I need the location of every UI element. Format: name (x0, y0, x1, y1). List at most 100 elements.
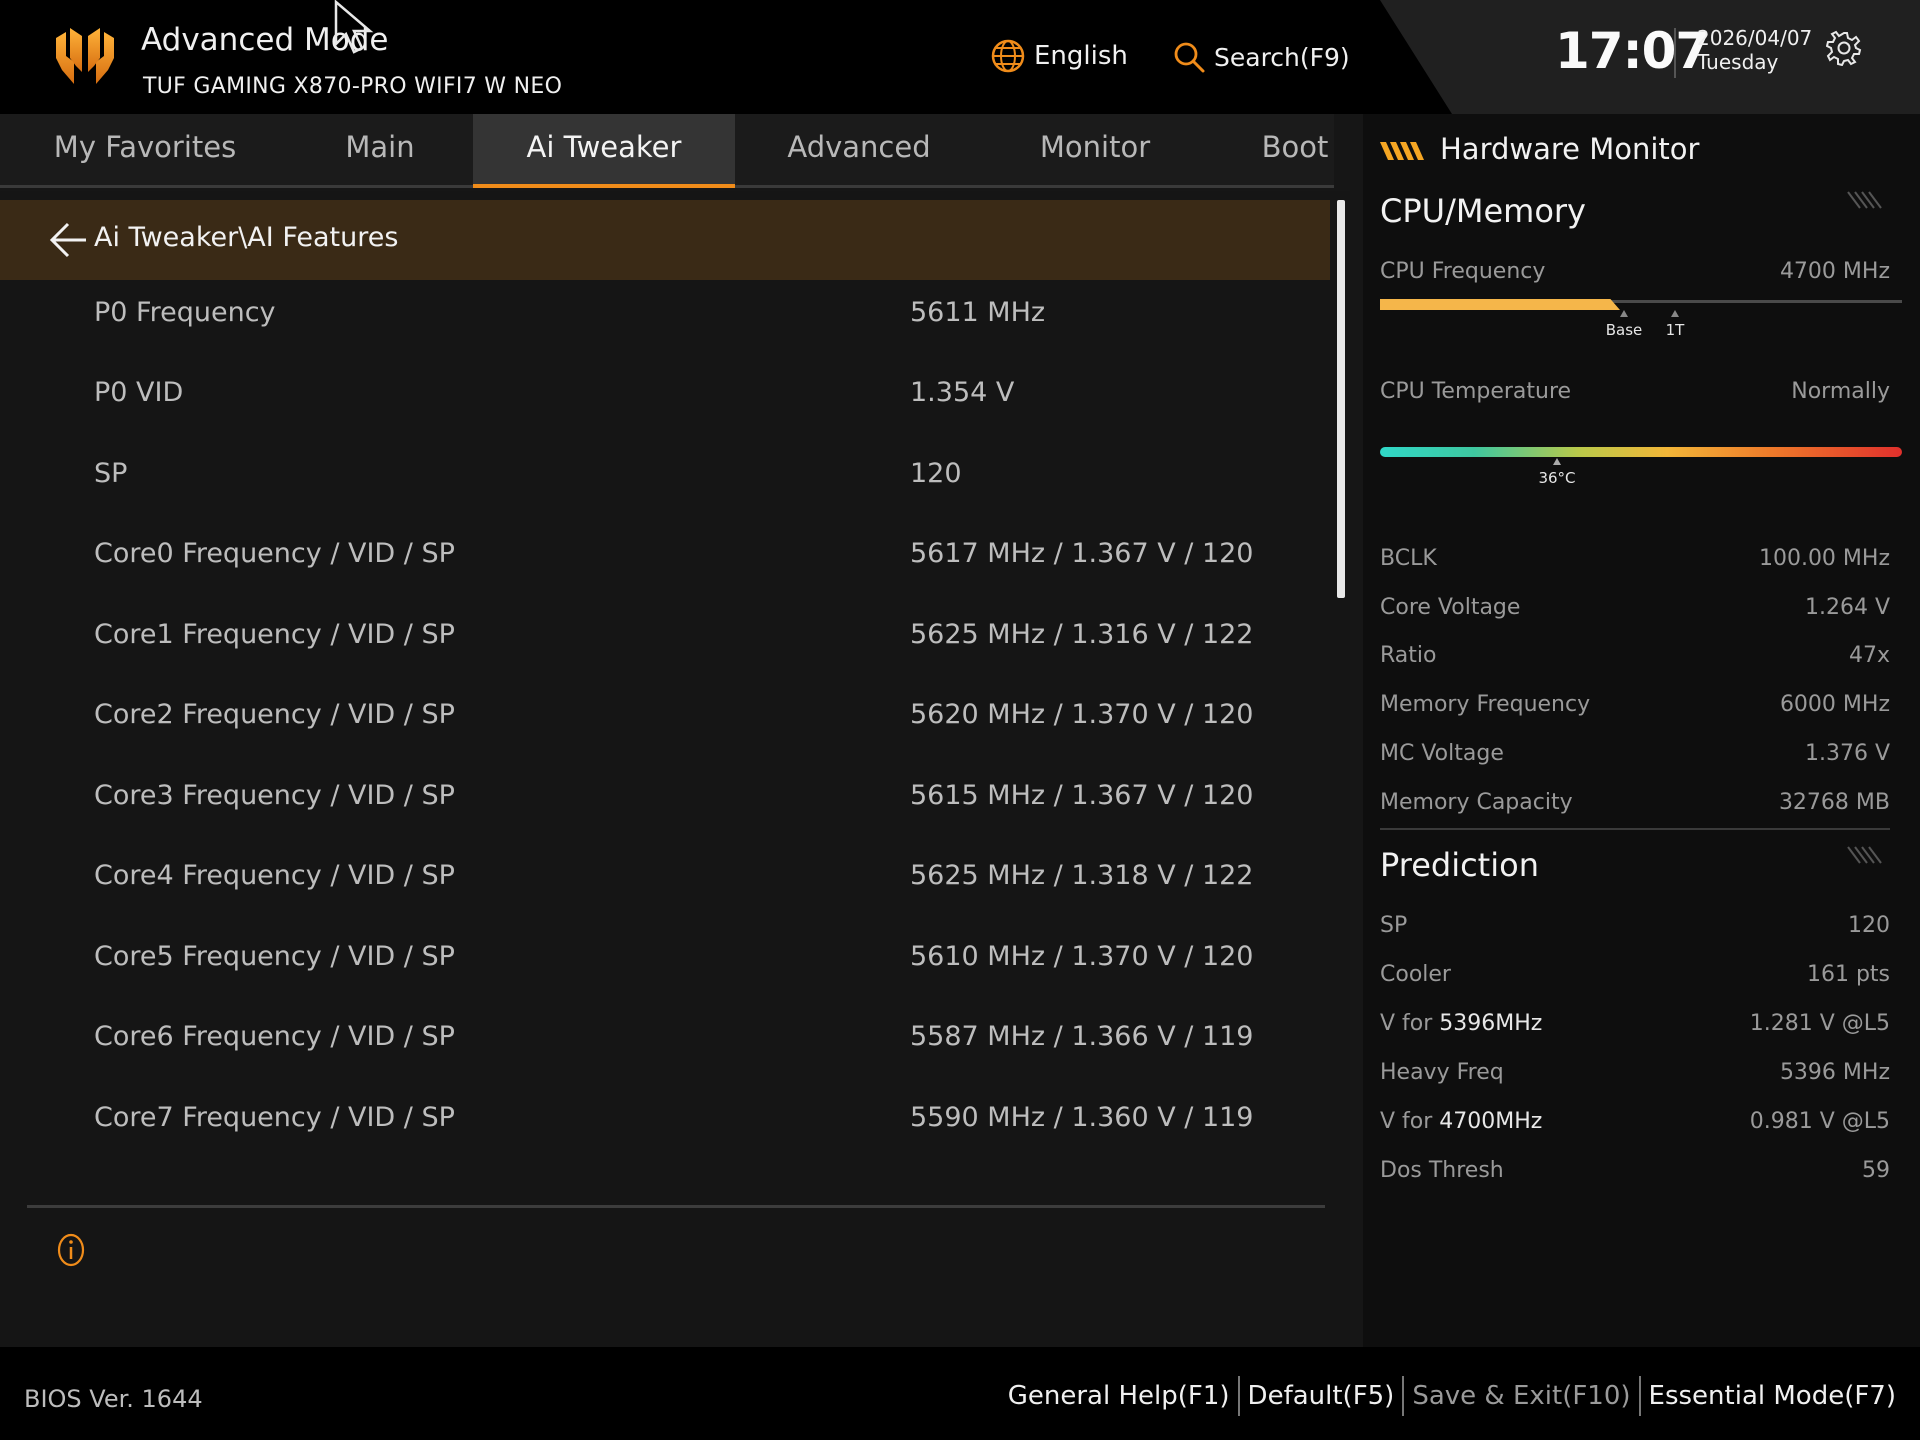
prediction-value: 0.981 V @L5 (1749, 1109, 1890, 1134)
board-name: TUF GAMING X870-PRO WIFI7 W NEO (143, 74, 563, 99)
hw-item-memory-frequency: Memory Frequency 6000 MHz (1380, 692, 1890, 728)
hw-item-label: Ratio (1380, 643, 1437, 668)
language-label: English (1034, 41, 1128, 71)
date-text: 2026/04/07 (1697, 26, 1813, 50)
tab-monitor[interactable]: Monitor (1020, 114, 1170, 188)
hw-item-core-voltage: Core Voltage 1.264 V (1380, 595, 1890, 631)
tuf-logo-icon (56, 28, 114, 84)
hw-item-value: 32768 MB (1778, 790, 1890, 815)
bios-version: BIOS Ver. 1644 (24, 1385, 203, 1413)
tab-ai-tweaker[interactable]: Ai Tweaker (473, 114, 735, 188)
setting-row[interactable]: Core3 Frequency / VID / SP 5615 MHz / 1.… (0, 760, 1330, 840)
cpu-temperature-row: CPU Temperature Normally (1380, 379, 1890, 415)
setting-row[interactable]: Core7 Frequency / VID / SP 5590 MHz / 1.… (0, 1082, 1330, 1162)
setting-row[interactable]: P0 Frequency 5611 MHz (0, 277, 1330, 357)
hw-item-value: 100.00 MHz (1758, 546, 1890, 571)
v-light-freq: 4700MHz (1439, 1109, 1543, 1134)
setting-value: 1.354 V (910, 377, 1015, 408)
collapse-stripes-icon[interactable] (1846, 190, 1882, 210)
info-icon (57, 1233, 85, 1267)
prediction-value: 1.281 V @L5 (1749, 1011, 1890, 1036)
prediction-label: V for 4700MHz (1380, 1109, 1542, 1134)
hardware-monitor-title: Hardware Monitor (1440, 132, 1700, 166)
tab-boot[interactable]: Boot (1250, 114, 1340, 188)
setting-row[interactable]: Core1 Frequency / VID / SP 5625 MHz / 1.… (0, 599, 1330, 679)
hw-section-divider (1380, 828, 1890, 830)
clock-divider (1674, 28, 1676, 78)
cpu-frequency-bar (1380, 299, 1620, 310)
prediction-value: 120 (1848, 913, 1890, 938)
setting-row[interactable]: P0 VID 1.354 V (0, 357, 1330, 437)
prediction-dos-thresh: Dos Thresh 59 (1380, 1158, 1890, 1194)
help-divider (27, 1205, 1325, 1208)
hw-item-label: Memory Frequency (1380, 692, 1591, 717)
setting-label: Core6 Frequency / VID / SP (94, 1021, 455, 1052)
base-marker-label: Base (1605, 321, 1643, 339)
language-selector[interactable]: English (990, 38, 1128, 74)
default-button[interactable]: Default(F5) (1240, 1381, 1403, 1411)
hw-item-label: BCLK (1380, 546, 1437, 571)
tab-main[interactable]: Main (310, 114, 450, 188)
tab-my-favorites[interactable]: My Favorites (40, 114, 250, 188)
setting-label: Core7 Frequency / VID / SP (94, 1102, 455, 1133)
globe-icon (991, 39, 1025, 73)
gear-icon[interactable] (1826, 30, 1862, 66)
setting-value: 5625 MHz / 1.318 V / 122 (910, 860, 1254, 891)
search-button[interactable]: Search(F9) (1172, 40, 1350, 74)
setting-value: 5615 MHz / 1.367 V / 120 (910, 780, 1254, 811)
prediction-value: 161 pts (1806, 962, 1890, 987)
essential-mode-button[interactable]: Essential Mode(F7) (1641, 1381, 1904, 1411)
collapse-stripes-icon[interactable] (1846, 845, 1882, 865)
setting-row[interactable]: Core5 Frequency / VID / SP 5610 MHz / 1.… (0, 921, 1330, 1001)
footer-actions: General Help(F1) Default(F5) Save & Exit… (1000, 1376, 1904, 1416)
setting-row[interactable]: Core2 Frequency / VID / SP 5620 MHz / 1.… (0, 679, 1330, 759)
v-heavy-freq: 5396MHz (1439, 1011, 1543, 1036)
general-help-button[interactable]: General Help(F1) (1000, 1381, 1238, 1411)
setting-label: Core2 Frequency / VID / SP (94, 699, 455, 730)
setting-value: 5611 MHz (910, 297, 1046, 328)
setting-label: SP (94, 458, 128, 489)
cpu-temperature-status: Normally (1791, 379, 1890, 404)
prediction-cooler: Cooler 161 pts (1380, 962, 1890, 998)
prediction-v-light: V for 4700MHz 0.981 V @L5 (1380, 1109, 1890, 1145)
prediction-title: Prediction (1380, 846, 1539, 884)
clock-date: 2026/04/07 Tuesday (1697, 26, 1812, 74)
base-marker: Base (1604, 310, 1644, 339)
hw-item-value: 6000 MHz (1779, 692, 1890, 717)
prediction-label: SP (1380, 913, 1408, 938)
mouse-cursor-icon (334, 0, 374, 54)
setting-value: 5610 MHz / 1.370 V / 120 (910, 941, 1254, 972)
hw-item-value: 47x (1848, 643, 1890, 668)
1t-marker-label: 1T (1665, 321, 1685, 339)
cpu-frequency-row: CPU Frequency 4700 MHz (1380, 259, 1890, 295)
cpu-temperature-label: CPU Temperature (1380, 379, 1572, 404)
setting-label: Core4 Frequency / VID / SP (94, 860, 455, 891)
weekday-text: Tuesday (1697, 50, 1779, 74)
setting-row[interactable]: Core6 Frequency / VID / SP 5587 MHz / 1.… (0, 1001, 1330, 1081)
setting-value: 5590 MHz / 1.360 V / 119 (910, 1102, 1254, 1133)
setting-label: Core3 Frequency / VID / SP (94, 780, 455, 811)
setting-row[interactable]: Core4 Frequency / VID / SP 5625 MHz / 1.… (0, 840, 1330, 920)
hw-item-label: Memory Capacity (1380, 790, 1573, 815)
breadcrumb[interactable]: Ai Tweaker\AI Features (0, 200, 1330, 280)
tab-advanced[interactable]: Advanced (770, 114, 948, 188)
setting-row[interactable]: SP 120 (0, 438, 1330, 518)
prediction-sp: SP 120 (1380, 913, 1890, 949)
save-exit-button[interactable]: Save & Exit(F10) (1404, 1381, 1638, 1411)
setting-row[interactable]: Core0 Frequency / VID / SP 5617 MHz / 1.… (0, 518, 1330, 598)
prediction-v-heavy: V for 5396MHz 1.281 V @L5 (1380, 1011, 1890, 1047)
hw-item-value: 1.264 V (1804, 595, 1890, 620)
1t-marker: 1T (1660, 310, 1690, 339)
setting-value: 5587 MHz / 1.366 V / 119 (910, 1021, 1254, 1052)
scrollbar[interactable] (1337, 200, 1345, 598)
hw-item-label: Core Voltage (1380, 595, 1521, 620)
hw-item-bclk: BCLK 100.00 MHz (1380, 546, 1890, 582)
setting-value: 5620 MHz / 1.370 V / 120 (910, 699, 1254, 730)
back-arrow-icon[interactable] (48, 220, 88, 260)
cpu-temperature-bar (1380, 447, 1902, 457)
v-for-prefix: V for (1380, 1109, 1433, 1134)
setting-label: Core5 Frequency / VID / SP (94, 941, 455, 972)
cpu-temperature-marker: 36°C (1532, 458, 1582, 487)
search-icon (1174, 42, 1205, 73)
breadcrumb-path: Ai Tweaker\AI Features (94, 222, 399, 253)
